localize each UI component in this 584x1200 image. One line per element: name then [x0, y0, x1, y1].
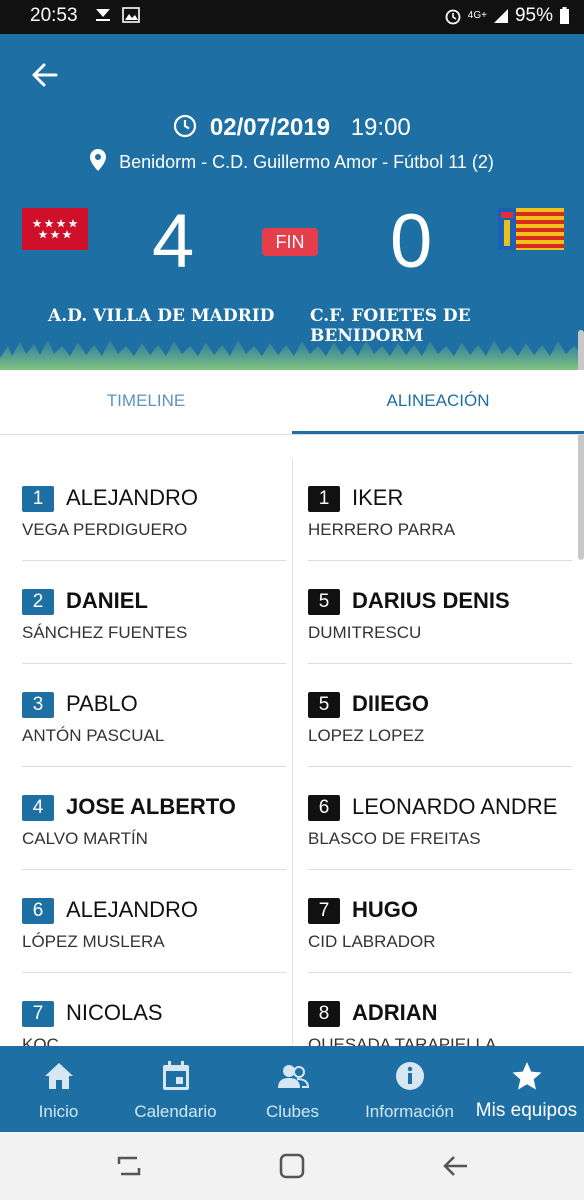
away-lineup: 1 IKER HERRERO PARRA 5 DARIUS DENIS DUMI…: [308, 458, 572, 1048]
location-pin-icon: [90, 149, 107, 171]
home-lineup: 1 ALEJANDRO VEGA PERDIGUERO 2 DANIEL SÁN…: [22, 458, 286, 1048]
player-number: 5: [308, 692, 340, 718]
bottom-navigation: Inicio Calendario Clubes Información Mis…: [0, 1046, 584, 1132]
network-type: 4G+: [467, 10, 487, 21]
match-date: 02/07/2019: [209, 114, 331, 141]
player-row[interactable]: 1 ALEJANDRO VEGA PERDIGUERO: [22, 458, 286, 561]
player-row[interactable]: 6 ALEJANDRO LÓPEZ MUSLERA: [22, 870, 286, 973]
home-team-name: A.D. VILLA DE MADRID: [48, 306, 275, 326]
back-button-icon[interactable]: [442, 1152, 470, 1180]
player-last-name: DUMITRESCU: [308, 623, 422, 642]
player-number: 8: [308, 1001, 340, 1027]
player-last-name: SÁNCHEZ FUENTES: [22, 623, 188, 642]
player-last-name: BLASCO DE FREITAS: [308, 829, 481, 848]
clock-icon: [174, 114, 197, 138]
player-first-name: DANIEL: [66, 588, 148, 613]
player-first-name: HUGO: [352, 897, 418, 922]
player-number: 4: [22, 795, 54, 821]
madrid-flag-icon: [22, 208, 88, 250]
player-last-name: HERRERO PARRA: [308, 520, 456, 539]
venue-text: Benidorm - C.D. Guillermo Amor - Fútbol …: [119, 152, 494, 172]
player-number: 1: [22, 486, 54, 512]
player-row[interactable]: 4 JOSE ALBERTO CALVO MARTÍN: [22, 767, 286, 870]
player-row[interactable]: 1 IKER HERRERO PARRA: [308, 458, 572, 561]
nav-label: Mis equipos: [475, 1100, 578, 1121]
player-first-name: PABLO: [66, 691, 138, 716]
player-first-name: LEONARDO ANDRE: [352, 794, 558, 819]
calendar-icon: [162, 1061, 189, 1090]
match-status-badge: FIN: [262, 228, 318, 256]
home-button-icon[interactable]: [278, 1152, 306, 1180]
signal-icon: [493, 9, 508, 23]
status-bar: 20:53 4G+ 95%: [0, 0, 584, 34]
player-first-name: DARIUS DENIS: [352, 588, 510, 613]
player-row[interactable]: 3 PABLO ANTÓN PASCUAL: [22, 664, 286, 767]
player-row[interactable]: 7 NICOLAS KOC: [22, 973, 286, 1048]
match-datetime: 02/07/2019 19:00: [0, 114, 584, 142]
match-header: 02/07/2019 19:00 Benidorm - C.D. Guiller…: [0, 34, 584, 370]
download-icon: [96, 9, 110, 21]
player-first-name: ADRIAN: [352, 1000, 438, 1025]
player-last-name: LÓPEZ MUSLERA: [22, 932, 165, 951]
player-first-name: ALEJANDRO: [66, 897, 199, 922]
alarm-icon: [445, 9, 461, 25]
player-number: 6: [308, 795, 340, 821]
player-row[interactable]: 5 DARIUS DENIS DUMITRESCU: [308, 561, 572, 664]
player-number: 6: [22, 898, 54, 924]
notification-icons: [94, 7, 141, 28]
player-row[interactable]: 6 LEONARDO ANDRE BLASCO DE FREITAS: [308, 767, 572, 870]
away-score: 0: [390, 199, 433, 284]
player-row[interactable]: 8 ADRIAN QUESADA TARAPIELLA: [308, 973, 572, 1048]
player-first-name: JOSE ALBERTO: [66, 794, 236, 819]
player-row[interactable]: 2 DANIEL SÁNCHEZ FUENTES: [22, 561, 286, 664]
player-last-name: CID LABRADOR: [308, 932, 436, 951]
player-last-name: CALVO MARTÍN: [22, 829, 148, 848]
nav-mis-equipos[interactable]: Mis equipos: [468, 1046, 584, 1132]
player-number: 1: [308, 486, 340, 512]
home-icon: [44, 1063, 73, 1089]
player-number: 7: [22, 1001, 54, 1027]
player-last-name: VEGA PERDIGUERO: [22, 520, 188, 539]
player-last-name: ANTÓN PASCUAL: [22, 726, 165, 745]
tab-timeline[interactable]: TIMELINE: [0, 370, 292, 434]
lineup-list: 1 ALEJANDRO VEGA PERDIGUERO 2 DANIEL SÁN…: [0, 458, 584, 1048]
tab-bar: TIMELINE ALINEACIÓN: [0, 370, 584, 435]
player-first-name: IKER: [352, 485, 404, 510]
valencia-flag-icon: [498, 208, 564, 250]
star-icon: [512, 1062, 541, 1090]
tab-alineacion[interactable]: ALINEACIÓN: [292, 370, 584, 434]
active-tab-indicator: [292, 431, 584, 434]
column-divider: [292, 458, 293, 1048]
clubs-icon: [277, 1065, 309, 1088]
player-last-name: LOPEZ LOPEZ: [308, 726, 425, 745]
info-icon: [395, 1062, 424, 1090]
status-right: 4G+ 95%: [444, 5, 570, 27]
match-venue: Benidorm - C.D. Guillermo Amor - Fútbol …: [0, 149, 584, 173]
player-first-name: NICOLAS: [66, 1000, 163, 1025]
player-first-name: DIIEGO: [352, 691, 430, 716]
player-first-name: ALEJANDRO: [66, 485, 199, 510]
match-time: 19:00: [350, 114, 411, 141]
player-number: 7: [308, 898, 340, 924]
player-row[interactable]: 5 DIIEGO LOPEZ LOPEZ: [308, 664, 572, 767]
player-row[interactable]: 7 HUGO CID LABRADOR: [308, 870, 572, 973]
player-number: 5: [308, 589, 340, 615]
home-score: 4: [152, 199, 195, 284]
status-time: 20:53: [30, 5, 78, 26]
battery-level: 95%: [514, 5, 553, 26]
grass-decoration: [0, 340, 584, 370]
recent-apps-icon[interactable]: [115, 1152, 143, 1180]
system-navigation-bar: [0, 1132, 584, 1200]
player-number: 3: [22, 692, 54, 718]
battery-icon: [560, 7, 569, 24]
gallery-icon: [122, 7, 141, 23]
back-arrow-icon[interactable]: [28, 58, 62, 92]
player-number: 2: [22, 589, 54, 615]
